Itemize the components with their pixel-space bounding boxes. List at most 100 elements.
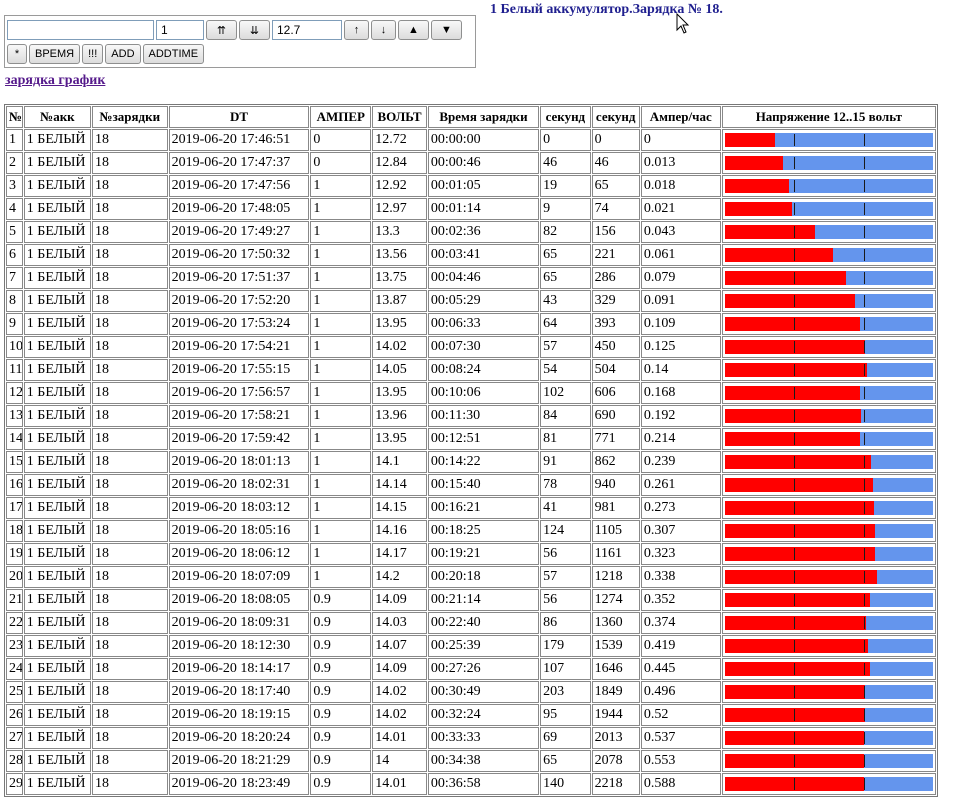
cell-amp-hour: 0.14 xyxy=(640,359,721,381)
cell-num: 1 xyxy=(6,129,23,151)
voltage-input[interactable] xyxy=(272,20,342,40)
voltage-bar xyxy=(724,501,933,515)
cell-seconds: 65 xyxy=(540,267,591,289)
cell-amp: 1 xyxy=(310,359,372,381)
excl-button[interactable]: !!! xyxy=(82,44,104,64)
voltage-bar-tick xyxy=(863,134,865,146)
voltage-bar-cell xyxy=(721,497,936,519)
cell-seconds-total: 221 xyxy=(591,244,640,266)
cell-charge-no: 18 xyxy=(92,727,168,749)
cell-num: 18 xyxy=(6,520,23,542)
cell-seconds-total: 1161 xyxy=(591,543,640,565)
cell-dt: 2019-06-20 17:51:37 xyxy=(168,267,310,289)
voltage-bar-cell xyxy=(721,543,936,565)
voltage-bar-tick xyxy=(794,686,796,698)
cell-volt: 14 xyxy=(372,750,427,772)
table-row: 19 1 БЕЛЫЙ 18 2019-06-20 18:06:12 1 14.17 00:1… xyxy=(6,543,936,565)
cell-dt: 2019-06-20 18:19:15 xyxy=(168,704,310,726)
control-row-1: ⇈ ⇊ ↑ ↓ ▲ ▼ xyxy=(7,20,462,40)
cell-seconds-total: 46 xyxy=(591,152,640,174)
voltage-bar-cell xyxy=(721,359,936,381)
cell-amp-hour: 0.553 xyxy=(640,750,721,772)
add-button[interactable]: ADD xyxy=(105,44,141,64)
cell-amp-hour: 0.109 xyxy=(640,313,721,335)
up-button[interactable]: ↑ xyxy=(344,20,369,40)
cell-num: 6 xyxy=(6,244,23,266)
cell-dt: 2019-06-20 18:14:17 xyxy=(168,658,310,680)
cell-num: 13 xyxy=(6,405,23,427)
voltage-bar-tick xyxy=(863,157,865,169)
cell-charge-time: 00:01:05 xyxy=(427,175,540,197)
charge-number-input[interactable] xyxy=(156,20,204,40)
double-up-button[interactable]: ⇈ xyxy=(206,20,237,40)
table-row: 28 1 БЕЛЫЙ 18 2019-06-20 18:21:29 0.9 14 00:34… xyxy=(6,750,936,772)
cell-num: 2 xyxy=(6,152,23,174)
cell-seconds-total: 981 xyxy=(591,497,640,519)
table-row: 26 1 БЕЛЫЙ 18 2019-06-20 18:19:15 0.9 14.02 00… xyxy=(6,704,936,726)
table-row: 71 БЕЛЫЙ 18 2019-06-20 17:51:37 1 13.75 00:04… xyxy=(6,267,936,289)
voltage-bar-tick xyxy=(863,617,865,629)
voltage-bar-fill xyxy=(724,363,868,377)
cell-battery: 1 БЕЛЫЙ xyxy=(23,175,91,197)
cell-amp-hour: 0.043 xyxy=(640,221,721,243)
voltage-bar-cell xyxy=(721,658,936,680)
cell-volt: 13.95 xyxy=(372,382,427,404)
cell-battery: 1 БЕЛЫЙ xyxy=(23,612,91,634)
voltage-bar xyxy=(724,202,933,216)
voltage-bar-cell xyxy=(721,129,936,151)
cell-seconds: 69 xyxy=(540,727,591,749)
triangle-up-button[interactable]: ▲ xyxy=(398,20,429,40)
cell-battery: 1 БЕЛЫЙ xyxy=(23,382,91,404)
voltage-bar-cell xyxy=(721,635,936,657)
cell-amp: 1 xyxy=(310,520,372,542)
voltage-bar-tick xyxy=(863,663,865,675)
voltage-bar-cell xyxy=(721,290,936,312)
cell-num: 14 xyxy=(6,428,23,450)
cell-seconds: 41 xyxy=(540,497,591,519)
voltage-bar-tick xyxy=(794,755,796,767)
charge-chart-link[interactable]: зарядка график xyxy=(5,73,105,89)
cell-num: 28 xyxy=(6,750,23,772)
header-battery: №акк xyxy=(23,106,91,128)
cell-amp: 1 xyxy=(310,428,372,450)
cell-volt: 14.02 xyxy=(372,336,427,358)
addtime-button[interactable]: ADDTIME xyxy=(142,44,205,64)
double-down-button[interactable]: ⇊ xyxy=(239,20,270,40)
cell-volt: 13.75 xyxy=(372,267,427,289)
cell-dt: 2019-06-20 17:46:51 xyxy=(168,129,310,151)
cell-num: 19 xyxy=(6,543,23,565)
voltage-bar-fill xyxy=(724,179,789,193)
cell-charge-no: 18 xyxy=(92,543,168,565)
voltage-bar-cell xyxy=(721,336,936,358)
cell-seconds-total: 690 xyxy=(591,405,640,427)
cell-volt: 12.84 xyxy=(372,152,427,174)
cell-battery: 1 БЕЛЫЙ xyxy=(23,313,91,335)
voltage-bar-cell xyxy=(721,520,936,542)
cell-amp: 0 xyxy=(310,129,372,151)
control-panel: ⇈ ⇊ ↑ ↓ ▲ ▼ * ВРЕМЯ !!! ADD ADDTIME xyxy=(4,15,476,68)
voltage-bar-tick xyxy=(794,364,796,376)
voltage-bar-tick xyxy=(794,433,796,445)
voltage-bar-fill xyxy=(724,248,833,262)
cell-amp: 0.9 xyxy=(310,750,372,772)
cell-charge-no: 18 xyxy=(92,474,168,496)
cell-battery: 1 БЕЛЫЙ xyxy=(23,681,91,703)
cell-battery: 1 БЕЛЫЙ xyxy=(23,152,91,174)
voltage-bar-tick xyxy=(863,755,865,767)
voltage-bar xyxy=(724,432,933,446)
cell-amp-hour: 0.352 xyxy=(640,589,721,611)
cell-charge-no: 18 xyxy=(92,520,168,542)
voltage-bar xyxy=(724,317,933,331)
voltage-bar-tick xyxy=(794,502,796,514)
filter-input[interactable] xyxy=(7,20,154,40)
down-button[interactable]: ↓ xyxy=(371,20,396,40)
cell-dt: 2019-06-20 17:54:21 xyxy=(168,336,310,358)
time-button[interactable]: ВРЕМЯ xyxy=(29,44,81,64)
triangle-down-button[interactable]: ▼ xyxy=(431,20,462,40)
star-button[interactable]: * xyxy=(7,44,27,64)
cell-num: 5 xyxy=(6,221,23,243)
cell-amp-hour: 0.091 xyxy=(640,290,721,312)
voltage-bar-tick xyxy=(794,203,796,215)
table-row: 20 1 БЕЛЫЙ 18 2019-06-20 18:07:09 1 14.2 00:20… xyxy=(6,566,936,588)
cell-num: 4 xyxy=(6,198,23,220)
